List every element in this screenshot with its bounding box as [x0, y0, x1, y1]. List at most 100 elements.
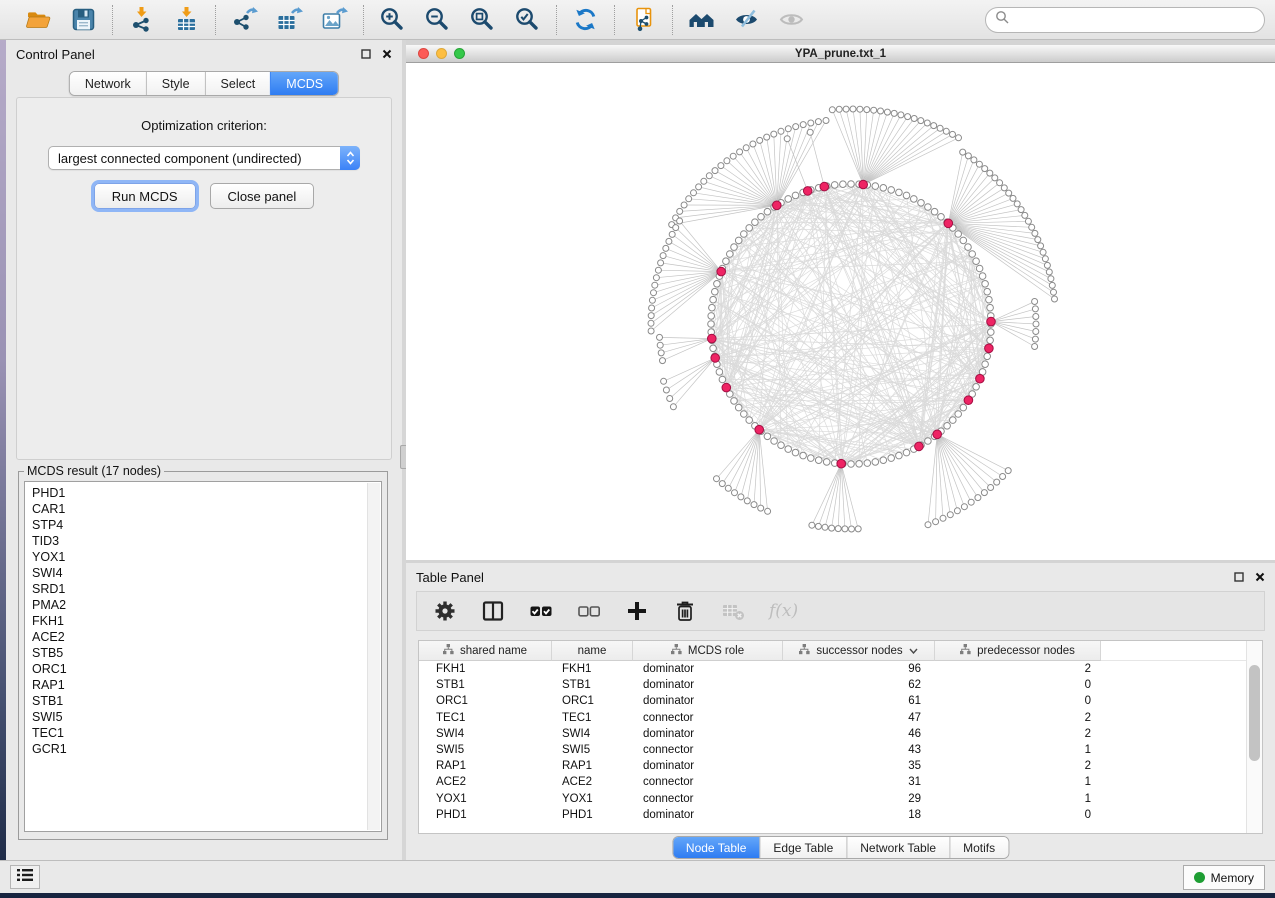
zoom-in-button[interactable] [378, 5, 407, 34]
mcds-result-item[interactable]: SRD1 [32, 581, 381, 597]
export-network-button[interactable] [230, 5, 259, 34]
table-row[interactable]: ORC1ORC1dominator610 [419, 693, 1262, 709]
table-row[interactable]: SWI5SWI5connector431 [419, 742, 1262, 758]
toggle-columns-button[interactable] [481, 598, 505, 624]
run-mcds-button[interactable]: Run MCDS [94, 183, 196, 209]
table-row[interactable]: TEC1TEC1connector472 [419, 710, 1262, 726]
network-canvas[interactable] [406, 62, 1275, 560]
tab-network[interactable]: Network [70, 72, 146, 95]
attribute-settings-button[interactable] [433, 598, 457, 624]
export-image-button[interactable] [320, 5, 349, 34]
deselect-all-columns-button[interactable] [577, 598, 601, 624]
table-scrollbar-thumb[interactable] [1249, 665, 1260, 761]
close-panel-icon[interactable] [382, 49, 392, 59]
optimization-criterion-label: Optimization criterion: [17, 118, 391, 133]
mcds-result-item[interactable]: TID3 [32, 533, 381, 549]
window-minimize-icon[interactable] [436, 48, 447, 59]
create-column-icon [625, 599, 649, 623]
table-row[interactable]: YOX1YOX1connector291 [419, 791, 1262, 807]
table-tab-motifs[interactable]: Motifs [949, 837, 1008, 858]
table-cell: FKH1 [552, 663, 633, 675]
export-image-icon [321, 6, 348, 33]
float-panel-icon[interactable] [361, 49, 371, 59]
column-header-predecessor-nodes[interactable]: predecessor nodes [935, 641, 1101, 661]
search-field[interactable] [1014, 11, 1255, 28]
table-row[interactable]: STB1STB1dominator620 [419, 677, 1262, 693]
mcds-result-item[interactable]: ORC1 [32, 661, 381, 677]
window-maximize-icon[interactable] [454, 48, 465, 59]
mcds-result-item[interactable]: PMA2 [32, 597, 381, 613]
mcds-result-item[interactable]: SWI5 [32, 709, 381, 725]
table-row[interactable]: PHD1PHD1dominator180 [419, 807, 1262, 823]
mcds-result-item[interactable]: ACE2 [32, 629, 381, 645]
clone-network-button[interactable] [629, 5, 658, 34]
open-file-button[interactable] [24, 5, 53, 34]
column-type-icon [671, 644, 682, 658]
column-header-mcds-role[interactable]: MCDS role [633, 641, 783, 661]
search-input[interactable] [985, 7, 1265, 33]
mcds-result-item[interactable]: CAR1 [32, 501, 381, 517]
create-column-button[interactable] [625, 598, 649, 624]
table-tab-node-table[interactable]: Node Table [673, 837, 760, 858]
delete-column-button[interactable] [673, 598, 697, 624]
mcds-result-item[interactable]: FKH1 [32, 613, 381, 629]
tab-select[interactable]: Select [205, 72, 271, 95]
save-session-button[interactable] [69, 5, 98, 34]
mcds-result-item[interactable]: GCR1 [32, 741, 381, 757]
task-history-button[interactable] [10, 865, 40, 889]
column-header-name[interactable]: name [552, 641, 633, 661]
hide-graphics-details-icon [733, 6, 760, 33]
table-cell: RAP1 [419, 760, 552, 772]
table-row[interactable]: FKH1FKH1dominator962 [419, 661, 1262, 677]
hide-graphics-details-button[interactable] [732, 5, 761, 34]
network-window-titlebar[interactable]: YPA_prune.txt_1 [406, 45, 1275, 63]
mcds-result-item[interactable]: STB5 [32, 645, 381, 661]
table-scrollbar[interactable] [1246, 641, 1262, 833]
table-cell: 0 [935, 695, 1101, 707]
mcds-result-item[interactable]: STB1 [32, 693, 381, 709]
zoom-fit-icon [469, 6, 496, 33]
zoom-selected-button[interactable] [513, 5, 542, 34]
mcds-result-item[interactable]: STP4 [32, 517, 381, 533]
table-row[interactable]: SWI4SWI4dominator462 [419, 726, 1262, 742]
window-close-icon[interactable] [418, 48, 429, 59]
select-all-columns-button[interactable] [529, 598, 553, 624]
mcds-result-item[interactable]: RAP1 [32, 677, 381, 693]
tab-style[interactable]: Style [146, 72, 205, 95]
zoom-fit-button[interactable] [468, 5, 497, 34]
column-type-icon [960, 644, 971, 658]
network-overview-button[interactable] [687, 5, 716, 34]
float-table-panel-icon[interactable] [1234, 572, 1244, 582]
import-network-button[interactable] [127, 5, 156, 34]
table-tab-edge-table[interactable]: Edge Table [759, 837, 846, 858]
tab-mcds[interactable]: MCDS [270, 72, 338, 95]
mcds-result-item[interactable]: PHD1 [32, 485, 381, 501]
zoom-out-button[interactable] [423, 5, 452, 34]
table-row[interactable]: RAP1RAP1dominator352 [419, 758, 1262, 774]
control-panel-header: Control Panel [6, 40, 402, 68]
table-panel-title: Table Panel [416, 570, 484, 585]
table-tab-network-table[interactable]: Network Table [846, 837, 949, 858]
export-table-button[interactable] [275, 5, 304, 34]
close-table-panel-icon[interactable] [1255, 572, 1265, 582]
mcds-result-list[interactable]: PHD1CAR1STP4TID3YOX1SWI4SRD1PMA2FKH1ACE2… [24, 481, 382, 832]
mcds-result-item[interactable]: SWI4 [32, 565, 381, 581]
column-header-shared-name[interactable]: shared name [419, 641, 552, 661]
mcds-list-scrollbar[interactable] [367, 483, 380, 830]
column-header-successor-nodes[interactable]: successor nodes [783, 641, 935, 661]
node-table: shared namenameMCDS rolesuccessor nodesp… [418, 640, 1263, 834]
table-cell: 2 [935, 728, 1101, 740]
import-table-button[interactable] [172, 5, 201, 34]
mcds-result-item[interactable]: TEC1 [32, 725, 381, 741]
table-cell: 35 [783, 760, 935, 772]
table-toolbar: f(x) [416, 591, 1265, 631]
mcds-result-item[interactable]: YOX1 [32, 549, 381, 565]
refresh-view-button[interactable] [571, 5, 600, 34]
import-network-icon [128, 6, 155, 33]
close-panel-button[interactable]: Close panel [210, 183, 315, 209]
table-row[interactable]: ACE2ACE2connector311 [419, 774, 1262, 790]
memory-button[interactable]: Memory [1183, 865, 1265, 890]
select-all-columns-icon [529, 599, 553, 623]
criterion-dropdown[interactable]: largest connected component (undirected) [48, 146, 360, 170]
table-cell: SWI5 [552, 744, 633, 756]
